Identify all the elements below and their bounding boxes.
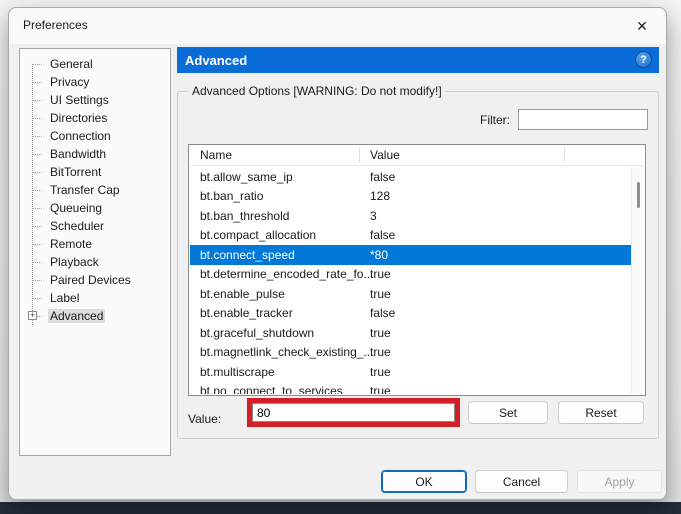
tree-item[interactable]: BitTorrent bbox=[20, 163, 170, 181]
tree-item[interactable]: Remote bbox=[20, 235, 170, 253]
close-icon[interactable]: ✕ bbox=[628, 14, 656, 38]
tree-item-label: Label bbox=[50, 291, 80, 305]
option-value: *80 bbox=[370, 247, 389, 262]
scrollbar-thumb[interactable] bbox=[637, 182, 640, 208]
option-value: true bbox=[370, 325, 391, 340]
value-input[interactable] bbox=[252, 403, 455, 422]
column-divider[interactable] bbox=[564, 147, 565, 163]
tree-item-label: General bbox=[50, 57, 93, 71]
desktop-background-strip bbox=[0, 502, 681, 514]
help-icon[interactable]: ? bbox=[635, 51, 652, 68]
vertical-scrollbar[interactable] bbox=[631, 167, 644, 394]
red-highlight-annotation bbox=[247, 398, 460, 427]
option-value: true bbox=[370, 286, 391, 301]
apply-button[interactable]: Apply bbox=[577, 470, 662, 493]
advanced-options-groupbox: Advanced Options [WARNING: Do not modify… bbox=[177, 84, 659, 439]
set-button[interactable]: Set bbox=[468, 401, 548, 424]
groupbox-label: Advanced Options [WARNING: Do not modify… bbox=[188, 84, 446, 98]
option-name: bt.enable_pulse bbox=[200, 286, 285, 301]
option-value: true bbox=[370, 364, 391, 379]
option-value: false bbox=[370, 306, 396, 321]
expand-plus-icon[interactable]: + bbox=[28, 311, 37, 320]
tree-item[interactable]: Paired Devices bbox=[20, 271, 170, 289]
option-name: bt.allow_same_ip bbox=[200, 169, 293, 184]
titlebar[interactable]: Preferences ✕ bbox=[9, 8, 666, 44]
option-value: true bbox=[370, 345, 391, 360]
option-name: bt.magnetlink_check_existing_... bbox=[200, 345, 374, 360]
options-table: Name Value bt.allow_same_ip false bt.ban… bbox=[188, 144, 646, 396]
table-row[interactable]: bt.allow_same_ip false bbox=[190, 167, 631, 187]
option-value: 128 bbox=[370, 189, 391, 204]
table-row[interactable]: bt.ban_ratio 128 bbox=[190, 187, 631, 207]
page-title: Advanced bbox=[185, 52, 248, 68]
tree-item[interactable]: Transfer Cap bbox=[20, 181, 170, 199]
tree-item[interactable]: Queueing bbox=[20, 199, 170, 217]
table-row[interactable]: bt.determine_encoded_rate_fo... true bbox=[190, 265, 631, 285]
option-name: bt.compact_allocation bbox=[200, 228, 317, 243]
option-value: false bbox=[370, 228, 396, 243]
column-divider[interactable] bbox=[359, 147, 360, 163]
table-row[interactable]: bt.enable_pulse true bbox=[190, 284, 631, 304]
tree-item-label: BitTorrent bbox=[50, 165, 102, 179]
tree-item-label: Transfer Cap bbox=[50, 183, 120, 197]
filter-row: Filter: bbox=[480, 109, 648, 130]
column-header-value[interactable]: Value bbox=[370, 148, 564, 162]
ok-button[interactable]: OK bbox=[381, 470, 467, 493]
tree-item-label: UI Settings bbox=[50, 93, 109, 107]
table-row[interactable]: bt.enable_tracker false bbox=[190, 304, 631, 324]
tree-item-label: Paired Devices bbox=[50, 273, 131, 287]
table-row[interactable]: bt.connect_speed *80 bbox=[190, 245, 631, 265]
preferences-dialog: Preferences ✕ General Privacy UI Setting… bbox=[8, 7, 667, 500]
option-value: false bbox=[370, 169, 396, 184]
table-row[interactable]: bt.no_connect_to_services true bbox=[190, 382, 631, 394]
tree-item[interactable]: Bandwidth bbox=[20, 145, 170, 163]
tree-item[interactable]: Privacy bbox=[20, 73, 170, 91]
table-header: Name Value bbox=[190, 145, 644, 166]
table-row[interactable]: bt.magnetlink_check_existing_... true bbox=[190, 343, 631, 363]
table-row[interactable]: bt.compact_allocation false bbox=[190, 226, 631, 246]
option-value: true bbox=[370, 267, 391, 282]
tree-item[interactable]: Playback bbox=[20, 253, 170, 271]
cancel-button[interactable]: Cancel bbox=[475, 470, 568, 493]
option-name: bt.connect_speed bbox=[200, 247, 295, 262]
tree-item-label: Connection bbox=[50, 129, 111, 143]
option-name: bt.graceful_shutdown bbox=[200, 325, 315, 340]
value-label: Value: bbox=[188, 412, 222, 426]
tree-item-label: Bandwidth bbox=[50, 147, 107, 161]
table-row[interactable]: bt.multiscrape true bbox=[190, 362, 631, 382]
tree-item[interactable]: Label bbox=[20, 289, 170, 307]
option-name: bt.ban_threshold bbox=[200, 208, 290, 223]
tree-item[interactable]: General bbox=[20, 55, 170, 73]
page-header-bar: Advanced ? bbox=[177, 47, 659, 73]
filter-label: Filter: bbox=[480, 112, 510, 127]
option-name: bt.ban_ratio bbox=[200, 189, 264, 204]
screenshot-stage: Preferences ✕ General Privacy UI Setting… bbox=[0, 0, 681, 514]
option-name: bt.enable_tracker bbox=[200, 306, 293, 321]
tree-item-label: Directories bbox=[50, 111, 108, 125]
tree-item-label: Advanced bbox=[48, 309, 106, 323]
option-name: bt.multiscrape bbox=[200, 364, 275, 379]
table-row[interactable]: bt.graceful_shutdown true bbox=[190, 323, 631, 343]
preferences-tree: General Privacy UI Settings Directories … bbox=[19, 48, 171, 456]
reset-button[interactable]: Reset bbox=[558, 401, 644, 424]
option-name: bt.determine_encoded_rate_fo... bbox=[200, 267, 374, 282]
window-title: Preferences bbox=[23, 18, 88, 32]
tree-item[interactable]: Scheduler bbox=[20, 217, 170, 235]
option-value: true bbox=[370, 384, 391, 394]
tree-item-label: Scheduler bbox=[50, 219, 105, 233]
filter-input[interactable] bbox=[518, 109, 648, 130]
tree-item[interactable]: Directories bbox=[20, 109, 170, 127]
table-row[interactable]: bt.ban_threshold 3 bbox=[190, 206, 631, 226]
option-name: bt.no_connect_to_services bbox=[200, 384, 343, 394]
tree-item-label: Playback bbox=[50, 255, 99, 269]
table-rows: bt.allow_same_ip false bt.ban_ratio 128 … bbox=[190, 167, 631, 394]
tree-item[interactable]: UI Settings bbox=[20, 91, 170, 109]
tree-item-label: Privacy bbox=[50, 75, 90, 89]
tree-item-label: Queueing bbox=[50, 201, 103, 215]
tree-item[interactable]: Connection bbox=[20, 127, 170, 145]
tree-item[interactable]: + Advanced bbox=[20, 307, 170, 325]
tree-item-label: Remote bbox=[50, 237, 93, 251]
option-value: 3 bbox=[370, 208, 377, 223]
column-header-name[interactable]: Name bbox=[200, 148, 370, 162]
